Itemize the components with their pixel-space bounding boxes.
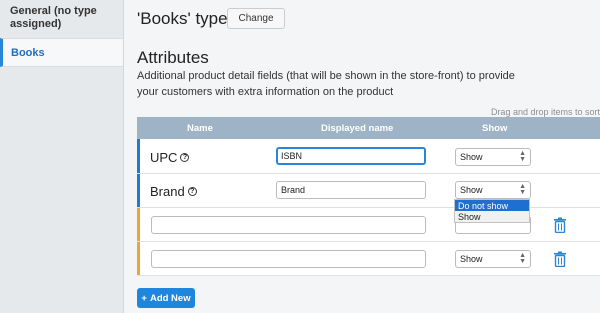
attributes-title: Attributes — [137, 48, 209, 67]
info-icon[interactable]: ? — [187, 187, 197, 196]
row-name: Brand ? — [150, 184, 197, 199]
displayed-name-input[interactable]: Brand — [276, 181, 426, 199]
show-dropdown-menu: Do not show Show — [454, 199, 530, 223]
new-name-input[interactable] — [151, 250, 426, 268]
show-select[interactable]: Show ▲ ▼ — [455, 181, 531, 199]
row-name-label: Brand — [150, 184, 185, 199]
sidebar-item-general[interactable]: General (no type assigned) — [0, 0, 123, 38]
trash-icon[interactable] — [553, 217, 567, 233]
row-drag-handle[interactable] — [137, 208, 140, 241]
select-arrows-icon: ▲ ▼ — [519, 183, 526, 196]
attributes-description: Additional product detail fields (that w… — [137, 70, 515, 98]
page-title: 'Books' type — [137, 9, 228, 28]
show-select-value: Show — [460, 254, 483, 264]
show-select[interactable]: Show ▲ ▼ — [455, 250, 531, 268]
dropdown-option-do-not-show[interactable]: Do not show — [455, 200, 529, 211]
drag-hint: Drag and drop items to sort — [490, 107, 600, 117]
sidebar-item-books[interactable]: Books — [0, 38, 123, 67]
table-row[interactable]: Show ▲ ▼ — [137, 242, 600, 276]
column-header-name: Name — [187, 123, 213, 134]
info-icon[interactable]: ? — [180, 153, 190, 162]
table-row[interactable] — [137, 208, 600, 242]
attributes-table: Name Displayed name Show UPC ? ISBN Show… — [137, 117, 600, 276]
dropdown-option-show[interactable]: Show — [455, 211, 529, 222]
table-row[interactable]: Brand ? Brand Show ▲ ▼ — [137, 174, 600, 208]
displayed-name-input[interactable]: ISBN — [276, 147, 426, 165]
row-name-label: UPC — [150, 150, 178, 165]
column-header-show: Show — [482, 123, 508, 134]
row-drag-handle[interactable] — [137, 242, 140, 275]
row-name: UPC ? — [150, 150, 190, 165]
plus-icon: + — [141, 292, 147, 304]
add-new-button[interactable]: + Add New — [137, 288, 195, 308]
change-type-button[interactable]: Change — [227, 8, 285, 29]
sidebar: General (no type assigned) Books — [0, 0, 124, 313]
add-new-label: Add New — [149, 292, 191, 304]
new-name-input[interactable] — [151, 216, 426, 234]
table-header: Name Displayed name Show — [137, 117, 600, 139]
row-drag-handle[interactable] — [137, 139, 140, 173]
column-header-displayed: Displayed name — [321, 123, 394, 134]
select-arrows-icon: ▲ ▼ — [519, 252, 526, 265]
table-row[interactable]: UPC ? ISBN Show ▲ ▼ — [137, 139, 600, 174]
show-select[interactable]: Show ▲ ▼ — [455, 148, 531, 166]
trash-icon[interactable] — [553, 251, 567, 267]
row-drag-handle[interactable] — [137, 174, 140, 207]
show-select-value: Show — [460, 152, 483, 162]
show-select-value: Show — [460, 185, 483, 195]
main-panel: 'Books' type Change Attributes Additiona… — [124, 0, 600, 313]
select-arrows-icon: ▲ ▼ — [519, 150, 526, 163]
